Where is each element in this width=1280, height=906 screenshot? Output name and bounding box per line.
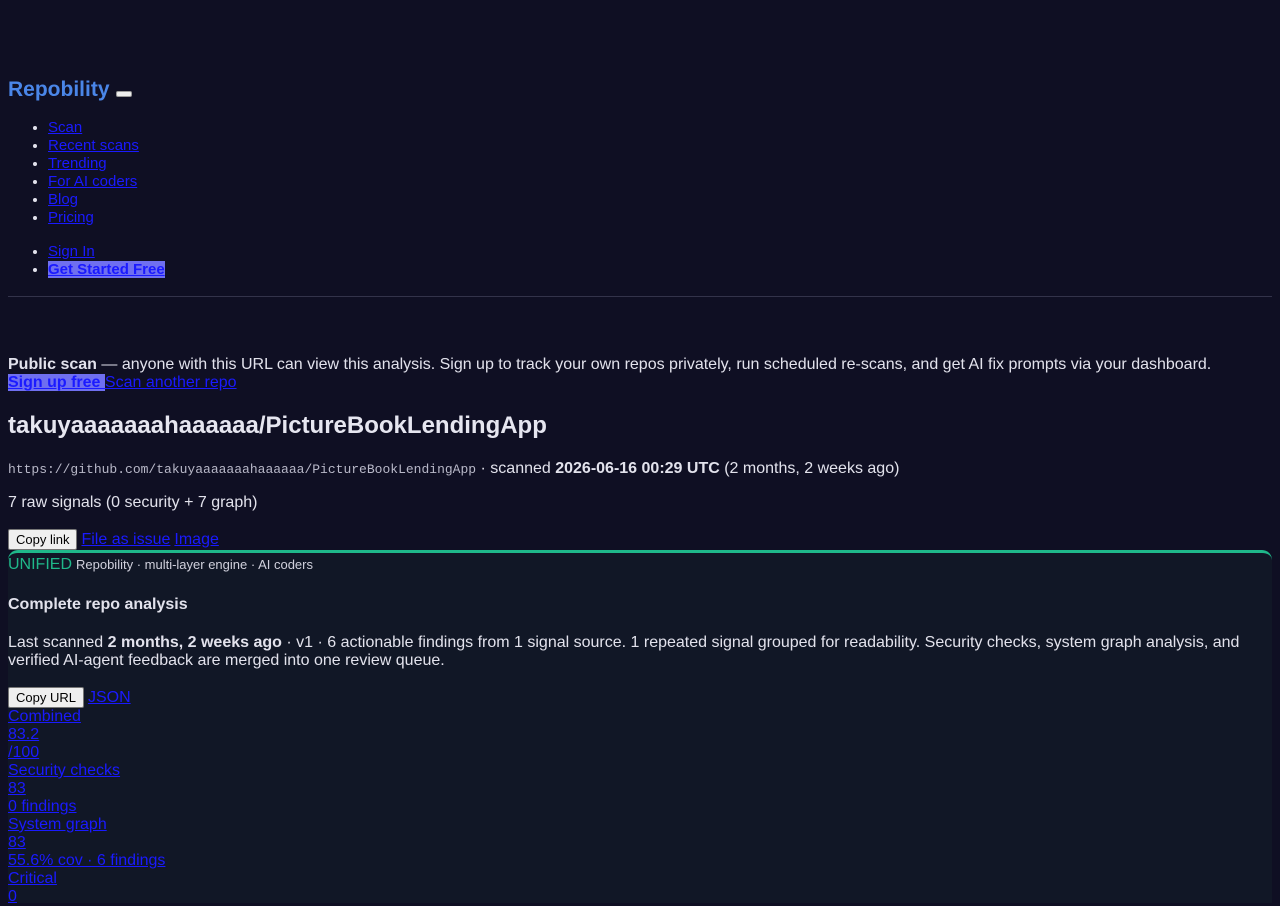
copy-link-button[interactable]: Copy link bbox=[8, 529, 78, 550]
repo-actions: Copy link File as issue Image bbox=[8, 529, 219, 550]
notice-text: — anyone with this URL can view this ana… bbox=[96, 356, 1212, 373]
stat-critical-label[interactable]: Critical bbox=[8, 870, 165, 888]
stat-security-value[interactable]: 83 bbox=[8, 780, 165, 798]
copy-url-button[interactable]: Copy URL bbox=[8, 687, 84, 708]
nav-item-trending: Trending bbox=[48, 155, 139, 173]
nav-item-blog: Blog bbox=[48, 191, 139, 209]
auth-nav: Sign In Get Started Free bbox=[8, 243, 165, 279]
stat-graph-value[interactable]: 83 bbox=[8, 834, 165, 852]
sign-in-link[interactable]: Sign In bbox=[48, 243, 95, 260]
get-started-button[interactable]: Get Started Free bbox=[48, 261, 165, 278]
nav-item-sign-in: Sign In bbox=[48, 243, 165, 261]
nav-link-pricing[interactable]: Pricing bbox=[48, 209, 94, 226]
repo-title: takuyaaaaaaahaaaaaa/PictureBookLendingAp… bbox=[8, 412, 547, 439]
card-header: UNIFIED Repobility · multi-layer engine … bbox=[8, 556, 313, 574]
stat-combined-value[interactable]: 83.2 bbox=[8, 726, 165, 744]
logo-link[interactable]: Repobility bbox=[8, 78, 110, 102]
nav-item-ai-coders: For AI coders bbox=[48, 173, 139, 191]
summary-last-scanned: 2 months, 2 weeks ago bbox=[107, 634, 282, 651]
json-link[interactable]: JSON bbox=[88, 689, 131, 707]
scanned-date: 2026-06-16 00:29 UTC bbox=[555, 460, 720, 477]
stat-graph-label[interactable]: System graph bbox=[8, 816, 165, 834]
nav-link-scan[interactable]: Scan bbox=[48, 119, 82, 136]
stat-graph-detail[interactable]: 55.6% cov · 6 findings bbox=[8, 852, 165, 870]
nav-item-get-started: Get Started Free bbox=[48, 261, 165, 279]
nav-item-pricing: Pricing bbox=[48, 209, 139, 227]
card-summary: Last scanned 2 months, 2 weeks ago · v1 … bbox=[8, 634, 1258, 670]
card-actions: Copy URL JSON bbox=[8, 687, 131, 708]
unified-tag: UNIFIED bbox=[8, 556, 72, 573]
raw-signals: 7 raw signals (0 security + 7 graph) bbox=[8, 494, 258, 511]
sign-up-free-button[interactable]: Sign up free bbox=[8, 374, 105, 391]
header: Repobility bbox=[8, 78, 132, 102]
nav-link-blog[interactable]: Blog bbox=[48, 191, 78, 208]
score-stats: Combined 83.2 /100 Security checks 83 0 … bbox=[8, 708, 165, 906]
summary-prefix: Last scanned bbox=[8, 634, 108, 651]
repo-url: https://github.com/takuyaaaaaaahaaaaaa/P… bbox=[8, 462, 477, 477]
nav-link-trending[interactable]: Trending bbox=[48, 155, 107, 172]
repo-meta: https://github.com/takuyaaaaaaahaaaaaa/P… bbox=[8, 460, 899, 478]
scanned-relative: (2 months, 2 weeks ago) bbox=[719, 460, 900, 477]
stat-combined-label[interactable]: Combined bbox=[8, 708, 165, 726]
card-title: Complete repo analysis bbox=[8, 596, 188, 613]
nav-link-ai-coders[interactable]: For AI coders bbox=[48, 173, 137, 190]
stat-combined-detail[interactable]: /100 bbox=[8, 744, 165, 762]
stat-critical-value[interactable]: 0 bbox=[8, 888, 165, 906]
nav-link-recent-scans[interactable]: Recent scans bbox=[48, 137, 139, 154]
stat-security-detail[interactable]: 0 findings bbox=[8, 798, 165, 816]
header-divider bbox=[8, 296, 1272, 297]
menu-toggle-button[interactable] bbox=[115, 91, 132, 97]
file-as-issue-link[interactable]: File as issue bbox=[81, 531, 170, 549]
scanned-prefix: · scanned bbox=[476, 460, 556, 477]
unified-subtitle: Repobility · multi-layer engine · AI cod… bbox=[76, 557, 313, 572]
nav-item-scan: Scan bbox=[48, 119, 139, 137]
nav-item-recent-scans: Recent scans bbox=[48, 137, 139, 155]
main-nav: Scan Recent scans Trending For AI coders… bbox=[8, 119, 139, 227]
image-link[interactable]: Image bbox=[174, 531, 218, 549]
public-scan-notice: Public scan — anyone with this URL can v… bbox=[8, 356, 1272, 392]
notice-label: Public scan bbox=[8, 356, 97, 373]
unified-analysis-card: UNIFIED Repobility · multi-layer engine … bbox=[8, 550, 1272, 906]
scan-another-repo-link[interactable]: Scan another repo bbox=[105, 374, 237, 391]
stat-security-label[interactable]: Security checks bbox=[8, 762, 165, 780]
